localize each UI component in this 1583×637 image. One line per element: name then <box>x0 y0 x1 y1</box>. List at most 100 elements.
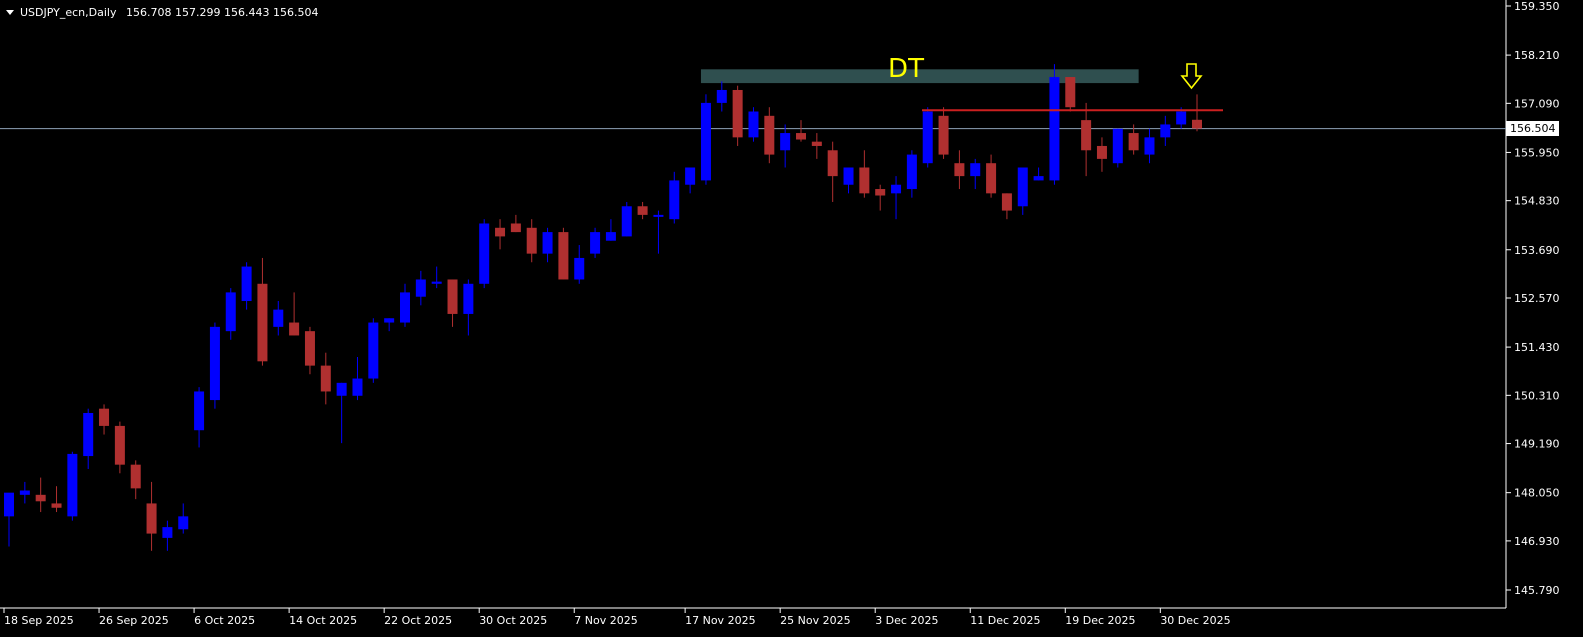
candle <box>99 404 110 435</box>
candle <box>1160 115 1171 146</box>
candle <box>257 257 268 366</box>
candle <box>875 184 886 211</box>
candle <box>67 451 78 521</box>
candle <box>922 107 933 168</box>
candle <box>954 150 965 190</box>
candle-body <box>732 89 743 138</box>
candle <box>1017 167 1028 215</box>
candle-body <box>938 115 949 155</box>
y-tick-label: 145.790 <box>1514 584 1560 597</box>
candle-body <box>875 189 886 196</box>
candle <box>336 382 347 444</box>
candle-body <box>304 331 315 366</box>
candle <box>1192 94 1202 132</box>
candle-body <box>637 206 648 215</box>
x-tick-label: 18 Sep 2025 <box>4 614 74 627</box>
candle-body <box>811 141 822 146</box>
candle-body <box>780 133 791 151</box>
candle-body <box>99 408 110 426</box>
candle-body <box>83 412 94 457</box>
candle-body <box>273 309 284 327</box>
candle-body <box>922 111 933 164</box>
dt-annotation-label: DT <box>888 54 924 84</box>
candle <box>906 150 917 198</box>
x-tick-label: 22 Oct 2025 <box>384 614 452 627</box>
candle <box>431 266 442 289</box>
chart-header[interactable]: USDJPY_ecn,Daily 156.708 157.299 156.443… <box>6 6 318 19</box>
candle-body <box>352 378 363 396</box>
candle <box>83 408 94 469</box>
candle <box>384 318 395 332</box>
candle <box>970 158 981 190</box>
candle-body <box>178 516 189 530</box>
candle-body <box>906 154 917 190</box>
y-tick-label: 158.210 <box>1514 49 1560 62</box>
candle <box>796 120 806 142</box>
candle-body <box>986 163 997 194</box>
candle <box>1144 128 1155 164</box>
candle-body <box>605 232 616 241</box>
candle <box>685 167 696 194</box>
candlestick-chart: USDJPY_ecn,Daily 156.708 157.299 156.443… <box>0 0 1560 627</box>
candle-body <box>336 382 347 396</box>
candle <box>51 486 62 513</box>
candle-body <box>748 111 759 138</box>
candle <box>304 326 315 375</box>
candle-body <box>368 322 379 379</box>
y-tick-label: 148.050 <box>1514 487 1560 500</box>
x-axis: 18 Sep 2025 26 Sep 2025 6 Oct 2025 14 Oct 2… <box>3 608 1231 627</box>
candle-body <box>1176 111 1187 125</box>
candle-body <box>162 527 173 538</box>
candle-body <box>241 266 252 302</box>
candle <box>542 227 553 263</box>
candle-body <box>1001 193 1012 211</box>
candle-body <box>400 292 410 323</box>
candle-body <box>320 365 331 392</box>
candle <box>827 141 838 202</box>
candle-body <box>716 89 727 103</box>
ohlc-values: 156.708 157.299 156.443 156.504 <box>126 6 318 19</box>
chart-window: USDJPY_ecn,Daily 156.708 157.299 156.443… <box>0 0 1583 637</box>
candle <box>669 171 680 224</box>
candle <box>621 201 632 237</box>
candle <box>700 94 711 185</box>
candle-body <box>194 391 205 431</box>
candle <box>146 481 157 551</box>
x-tick-label: 25 Nov 2025 <box>780 614 850 627</box>
candle-body <box>1033 176 1044 181</box>
y-tick-label: 146.930 <box>1514 535 1560 548</box>
candle-body <box>384 318 395 323</box>
candle-body <box>669 180 680 220</box>
candle-body <box>289 322 300 336</box>
candle <box>1065 77 1076 112</box>
candle <box>368 318 379 383</box>
candle-body <box>891 184 902 194</box>
candle <box>194 387 205 448</box>
candle <box>1033 167 1044 181</box>
candle-body <box>859 167 870 194</box>
candle-body <box>114 425 125 465</box>
candle <box>241 262 252 310</box>
candle <box>558 227 569 280</box>
candle-body <box>51 503 62 508</box>
candle <box>495 219 506 250</box>
x-tick-label: 30 Dec 2025 <box>1160 614 1230 627</box>
candle <box>574 245 585 284</box>
candle-body <box>415 279 426 297</box>
candle-body <box>700 102 711 181</box>
candle <box>479 219 490 289</box>
candle-body <box>209 326 220 401</box>
candle-body <box>827 150 838 177</box>
candle <box>732 85 743 146</box>
dropdown-triangle-icon[interactable] <box>6 10 14 15</box>
candle-body <box>526 227 537 254</box>
candle <box>764 107 775 164</box>
candle-body <box>1128 133 1139 151</box>
x-tick-label: 14 Oct 2025 <box>289 614 357 627</box>
y-tick-label: 150.310 <box>1514 389 1560 402</box>
candle-body <box>685 167 696 185</box>
candle-body <box>130 464 141 489</box>
candle <box>130 460 141 500</box>
candle-body <box>67 453 78 517</box>
candle <box>986 154 997 198</box>
